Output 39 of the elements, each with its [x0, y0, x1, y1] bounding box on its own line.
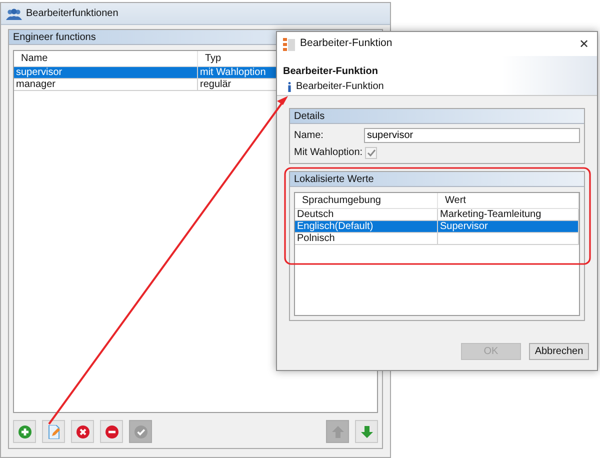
table-cell: manager [14, 79, 198, 90]
table-cell: Supervisor [438, 221, 579, 232]
table-cell: Englisch(Default) [295, 221, 438, 232]
table-cell: supervisor [14, 67, 198, 78]
group-title: Lokalisierte Werte [294, 172, 374, 186]
toolbar-button[interactable] [13, 420, 36, 443]
panel-title: Engineer functions [13, 30, 96, 44]
column-header[interactable]: Name [14, 51, 198, 66]
down-arrow-icon [360, 424, 374, 438]
users-icon [6, 8, 22, 20]
table-row[interactable]: Polnisch [295, 233, 579, 245]
info-icon [287, 82, 292, 92]
table-cell: Polnisch [295, 233, 438, 244]
delete-icon [76, 424, 90, 438]
header-title: Bearbeiter-Funktion [283, 65, 380, 79]
table-cell: Deutsch [295, 209, 438, 220]
check-icon [366, 148, 376, 156]
toolbar-button[interactable] [71, 420, 94, 443]
up-arrow-icon [330, 424, 344, 438]
edit-icon [46, 424, 60, 438]
app-icon [283, 38, 295, 50]
toolbar-button[interactable] [355, 420, 378, 443]
dialog-button[interactable]: Abbrechen [529, 343, 589, 360]
dialog-title: Bearbeiter-Funktion [300, 36, 392, 52]
column-header[interactable]: Sprachumgebung [295, 193, 438, 208]
add-icon [18, 424, 32, 438]
toolbar-button[interactable] [100, 420, 123, 443]
close-button[interactable]: ✕ [577, 35, 591, 53]
remove-icon [104, 424, 118, 438]
table-row[interactable]: Englisch(Default) Supervisor [295, 221, 579, 233]
column-header[interactable]: Wert [438, 193, 579, 208]
window-title: Bearbeiterfunktionen [26, 7, 118, 21]
name-field[interactable]: supervisor [364, 128, 580, 143]
name-label: Name: [294, 129, 324, 143]
table-cell: Marketing-Teamleitung [438, 209, 579, 220]
group-title: Details [294, 110, 325, 124]
toolbar-button[interactable] [42, 420, 65, 443]
option-label: Mit Wahloption: [294, 146, 364, 160]
check-icon [134, 424, 148, 438]
